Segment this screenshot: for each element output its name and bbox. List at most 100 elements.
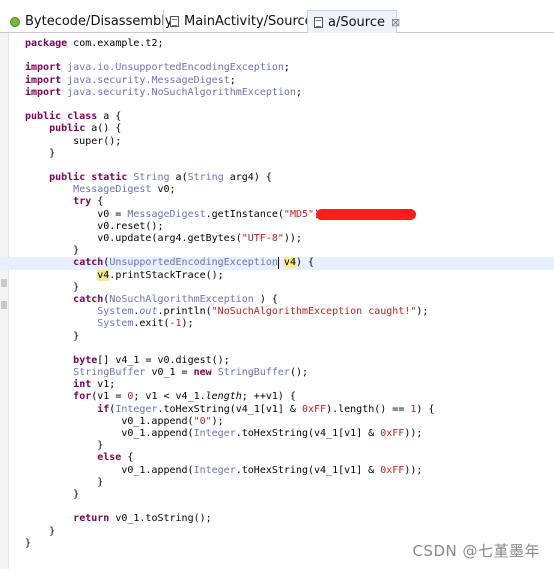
code-token: }: [25, 330, 80, 342]
code-line: package com.example.t2;: [25, 38, 554, 50]
code-token: v0_1.append(: [25, 464, 194, 476]
code-token: int: [73, 379, 92, 391]
code-token: ();: [289, 367, 308, 379]
code-token: .toHexString(v4_1[v1] &: [235, 464, 381, 476]
code-token: }: [25, 147, 56, 159]
editor-gutter: [0, 33, 9, 569]
code-token: {: [121, 452, 134, 464]
code-line: public a() {: [25, 123, 554, 135]
gutter-marker: [1, 301, 7, 309]
code-token: super();: [25, 135, 122, 147]
code-token: ));: [404, 428, 423, 439]
code-token: for: [73, 391, 92, 403]
code-token: }: [25, 245, 80, 257]
code-token: public static: [49, 172, 128, 184]
code-token: NoSuchAlgorithmException: [109, 293, 254, 305]
code-token: ; ++v1) {: [241, 391, 296, 403]
code-token: length: [205, 391, 242, 403]
code-line: catch(NoSuchAlgorithmException ) {: [25, 294, 554, 306]
code-line: if(Integer.toHexString(v4_1[v1] & 0xFF).…: [25, 404, 554, 416]
code-token: out: [139, 306, 158, 318]
code-token: public class: [25, 111, 98, 123]
code-token: "MD5": [283, 208, 315, 220]
code-token: );: [181, 318, 194, 330]
code-token: java.io.UnsupportedEncodingException: [67, 62, 284, 74]
code-line: else {: [25, 452, 554, 464]
code-token: }: [25, 476, 104, 488]
code-line: v0_1.append(Integer.toHexString(v4_1[v1]…: [25, 428, 554, 440]
code-token: .toHexString(v4_1[v1] &: [157, 403, 302, 415]
code-token: Integer: [193, 428, 236, 439]
code-line: System.exit(-1);: [25, 318, 554, 330]
source-editor[interactable]: package com.example.t2; import java.io.U…: [0, 33, 554, 569]
code-token: v0.reset();: [25, 220, 164, 232]
tab-label: Bytecode/Disassembly: [25, 14, 173, 29]
code-token: (v1 =: [91, 391, 128, 403]
code-token: ) {: [295, 257, 315, 269]
code-line: v0 = MessageDigest.getInstance("MD5");: [25, 209, 554, 221]
code-token: v1;: [91, 379, 116, 391]
code-token: -1: [169, 318, 182, 330]
tab-a-source[interactable]: a/Source ⊠: [307, 10, 400, 33]
code-token: v0_1.append(: [25, 415, 194, 427]
code-line: }: [25, 245, 554, 257]
code-line: v0.reset();: [25, 221, 554, 233]
tab-label: MainActivity/Source: [184, 14, 313, 29]
file-icon: [314, 16, 323, 28]
code-token: com.example.t2;: [67, 38, 164, 49]
code-token: Integer: [115, 403, 158, 415]
code-token: catch: [73, 257, 104, 269]
code-token: }: [25, 440, 104, 452]
code-line: MessageDigest v0;: [25, 184, 554, 196]
code-token: ;: [283, 62, 290, 74]
tab-bytecode-disassembly[interactable]: Bytecode/Disassembly: [6, 10, 173, 33]
code-token: ));: [404, 464, 423, 476]
code-token: if: [97, 403, 110, 415]
code-token: UnsupportedEncodingException: [109, 257, 278, 269]
editor-tab-bar: Bytecode/Disassembly MainActivity/Source…: [0, 0, 554, 33]
code-line: import java.security.NoSuchAlgorithmExce…: [25, 87, 554, 99]
code-token: StringBuffer: [217, 367, 290, 379]
text-caret: [278, 257, 279, 269]
code-token: new: [193, 367, 212, 379]
code-line: }: [25, 526, 554, 538]
code-token: "NoSuchAlgorithmException caught!": [211, 306, 417, 318]
code-line: }: [25, 440, 554, 452]
code-token: .getInstance(: [205, 208, 284, 220]
code-token: }: [25, 537, 32, 549]
close-icon[interactable]: ⊠: [391, 16, 400, 29]
code-token: catch: [73, 293, 104, 305]
code-token: v0_1.append(: [25, 428, 194, 439]
code-token: byte: [73, 354, 98, 366]
code-line: return v0_1.toString();: [25, 513, 554, 525]
code-area[interactable]: package com.example.t2; import java.io.U…: [0, 38, 554, 550]
code-line: StringBuffer v0_1 = new StringBuffer();: [25, 367, 554, 379]
code-token: import: [25, 74, 62, 86]
code-token: 0xFF: [380, 428, 405, 439]
code-token: MessageDigest: [127, 208, 206, 220]
code-token: package: [25, 38, 68, 49]
code-token: ;: [295, 86, 302, 98]
redaction-mark: [316, 209, 416, 220]
code-token: public: [49, 123, 86, 135]
code-token: a(: [169, 172, 188, 184]
watermark: CSDN @七堇墨年: [412, 542, 540, 560]
code-token: .exit(: [133, 318, 170, 330]
code-line: }: [25, 477, 554, 489]
code-token: }: [25, 281, 80, 293]
code-token: System: [97, 318, 134, 330]
tab-mainactivity-source[interactable]: MainActivity/Source: [163, 10, 313, 33]
code-token: 0xFF: [301, 403, 327, 415]
bug-icon: [10, 16, 20, 27]
code-token: System: [97, 306, 134, 318]
code-token: ) {: [416, 403, 435, 415]
